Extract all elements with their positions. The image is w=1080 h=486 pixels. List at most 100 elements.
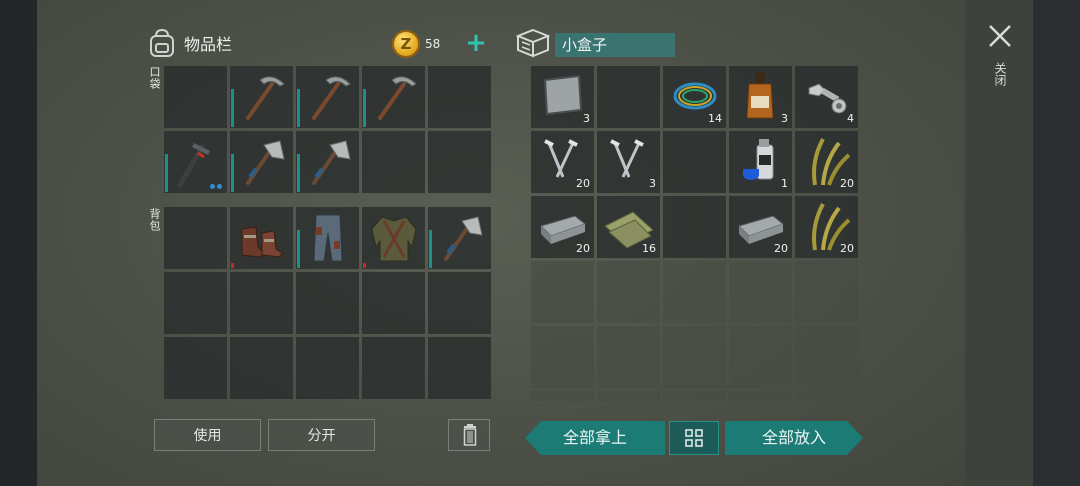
container-slot[interactable]: 1 xyxy=(729,131,792,193)
pocket-slot[interactable] xyxy=(428,66,491,128)
container-slot[interactable] xyxy=(795,261,858,323)
pocket-slot[interactable] xyxy=(296,66,359,128)
container-title: 小盒子 xyxy=(555,33,675,57)
backpack-slot[interactable] xyxy=(164,207,227,269)
container-grid[interactable]: 3 14 3 4 20 3 1 20 20 16 20 20 xyxy=(531,66,858,401)
screen-edge xyxy=(1033,0,1080,486)
container-slot[interactable] xyxy=(663,261,726,323)
backpack-slot[interactable] xyxy=(428,207,491,269)
sort-button[interactable] xyxy=(669,421,719,455)
container-slot[interactable] xyxy=(531,261,594,323)
trash-button[interactable] xyxy=(448,419,490,451)
container-slot[interactable] xyxy=(597,391,660,401)
durability-bar xyxy=(165,154,168,192)
trash-icon xyxy=(463,424,477,446)
item-count: 1 xyxy=(781,177,788,190)
pocket-slot[interactable] xyxy=(230,66,293,128)
container-slot[interactable]: 20 xyxy=(531,196,594,258)
durability-bar xyxy=(231,154,234,192)
backpack-slot[interactable] xyxy=(230,207,293,269)
backpack-slot[interactable] xyxy=(230,337,293,399)
pickaxe-icon xyxy=(246,76,285,120)
container-slot[interactable] xyxy=(729,391,792,401)
pocket-slot[interactable] xyxy=(362,66,425,128)
backpack-icon xyxy=(150,28,174,57)
item-count: 20 xyxy=(840,242,854,255)
durability-bar-low xyxy=(231,263,234,268)
item-count: 20 xyxy=(576,177,590,190)
container-slot[interactable] xyxy=(795,326,858,388)
money-count: 58 xyxy=(425,37,441,51)
pocket-slot[interactable] xyxy=(230,131,293,193)
backpack-slot[interactable] xyxy=(296,272,359,334)
pants-icon xyxy=(313,214,343,262)
pickaxe-icon xyxy=(312,76,351,120)
close-icon[interactable] xyxy=(986,22,1014,50)
jacket-icon xyxy=(371,216,417,262)
take-all-button[interactable]: 全部拿上 xyxy=(525,421,665,455)
hatchet-icon xyxy=(312,140,351,185)
boots-icon xyxy=(241,226,283,258)
backpack-slot[interactable] xyxy=(164,272,227,334)
backpack-slot[interactable] xyxy=(428,272,491,334)
container-slot[interactable]: 20 xyxy=(795,131,858,193)
item-count: 4 xyxy=(847,112,854,125)
container-slot[interactable]: 14 xyxy=(663,66,726,128)
coin-icon: Z xyxy=(392,30,420,58)
container-slot[interactable] xyxy=(597,66,660,128)
container-slot[interactable]: 4 xyxy=(795,66,858,128)
backpack-slot[interactable] xyxy=(428,337,491,399)
container-slot[interactable] xyxy=(729,261,792,323)
container-slot[interactable]: 3 xyxy=(531,66,594,128)
ammo-dots xyxy=(210,184,222,189)
use-button[interactable]: 使用 xyxy=(154,419,261,451)
split-button[interactable]: 分开 xyxy=(268,419,375,451)
pocket-slot[interactable] xyxy=(296,131,359,193)
put-all-button[interactable]: 全部放入 xyxy=(725,421,863,455)
item-count: 20 xyxy=(774,242,788,255)
backpack-slot[interactable] xyxy=(362,207,425,269)
pocket-slot[interactable] xyxy=(362,131,425,193)
hatchet-icon xyxy=(444,216,483,261)
backpack-slot[interactable] xyxy=(164,337,227,399)
backpack-grid xyxy=(164,207,491,399)
inventory-title: 物品栏 xyxy=(184,35,233,54)
container-slot[interactable]: 16 xyxy=(597,196,660,258)
container-slot[interactable] xyxy=(729,326,792,388)
pocket-slot[interactable] xyxy=(164,131,227,193)
item-count: 3 xyxy=(781,112,788,125)
container-slot[interactable] xyxy=(663,391,726,401)
container-slot[interactable]: 20 xyxy=(531,131,594,193)
container-slot[interactable]: 3 xyxy=(597,131,660,193)
backpack-slot[interactable] xyxy=(296,337,359,399)
pocket-slot[interactable] xyxy=(164,66,227,128)
item-count: 3 xyxy=(583,112,590,125)
container-slot[interactable] xyxy=(795,391,858,401)
container-slot[interactable] xyxy=(663,131,726,193)
container-slot[interactable] xyxy=(663,326,726,388)
item-count: 3 xyxy=(649,177,656,190)
pocket-grid xyxy=(164,66,491,193)
container-slot[interactable]: 20 xyxy=(729,196,792,258)
durability-bar xyxy=(297,230,300,268)
durability-bar xyxy=(231,89,234,127)
container-slot[interactable]: 20 xyxy=(795,196,858,258)
pickaxe-icon xyxy=(378,76,417,120)
durability-bar xyxy=(363,89,366,127)
backpack-slot[interactable] xyxy=(230,272,293,334)
backpack-label: 背包 xyxy=(148,208,161,232)
container-slot[interactable] xyxy=(597,326,660,388)
container-slot[interactable] xyxy=(663,196,726,258)
item-count: 14 xyxy=(708,112,722,125)
backpack-slot[interactable] xyxy=(362,272,425,334)
container-slot[interactable] xyxy=(531,326,594,388)
container-slot[interactable] xyxy=(531,391,594,401)
backpack-slot[interactable] xyxy=(362,337,425,399)
sort-grid-icon xyxy=(685,429,703,447)
container-slot[interactable]: 3 xyxy=(729,66,792,128)
container-slot[interactable] xyxy=(597,261,660,323)
pocket-slot[interactable] xyxy=(428,131,491,193)
add-money-button[interactable]: + xyxy=(464,30,488,56)
box-icon xyxy=(516,28,550,58)
backpack-slot[interactable] xyxy=(296,207,359,269)
